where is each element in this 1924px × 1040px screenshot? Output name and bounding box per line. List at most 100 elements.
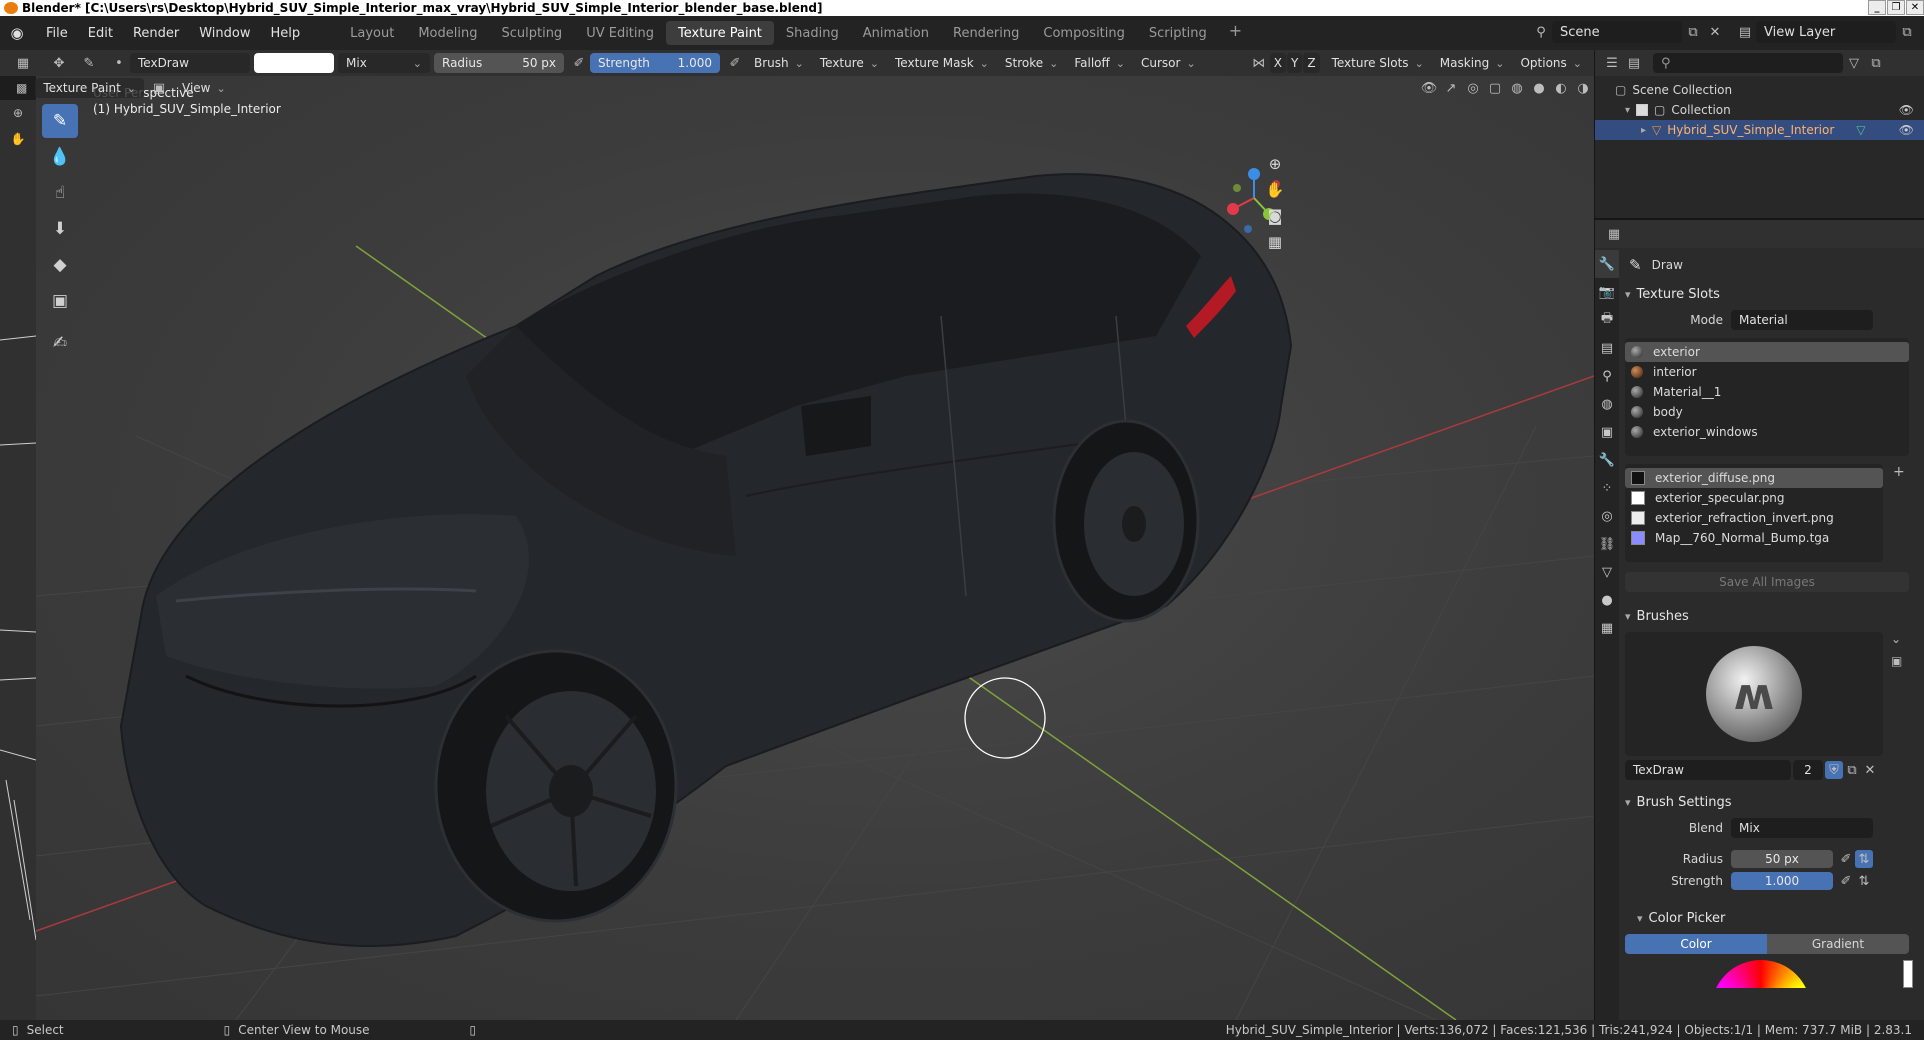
- radius-pressure-icon[interactable]: ✐: [568, 52, 590, 74]
- tab-world[interactable]: ◍: [1595, 390, 1619, 418]
- pressure-icon[interactable]: ✐: [1837, 872, 1855, 890]
- brush-name-field[interactable]: TexDraw: [130, 53, 250, 73]
- overlay-toggle-icon[interactable]: ◎: [1462, 77, 1484, 99]
- view-layer-field[interactable]: View Layer: [1756, 21, 1896, 43]
- hand-icon[interactable]: ✋: [0, 126, 36, 152]
- blend-dropdown[interactable]: Mix: [1731, 818, 1873, 838]
- texture-slots-panel-header[interactable]: Texture Slots: [1621, 282, 1923, 306]
- mirror-z-toggle[interactable]: Z: [1303, 53, 1320, 73]
- unlink-brush-icon[interactable]: ✕: [1861, 761, 1879, 779]
- scene-collection-row[interactable]: ▢ Scene Collection: [1595, 80, 1924, 100]
- new-collection-icon[interactable]: ⧉: [1865, 52, 1887, 74]
- mask-icon[interactable]: ▣: [42, 284, 78, 318]
- scene-name-field[interactable]: Scene: [1552, 21, 1682, 43]
- list-item[interactable]: exterior: [1625, 342, 1909, 362]
- collection-row[interactable]: ▾ ▢ Collection 👁: [1595, 100, 1924, 120]
- texture-dropdown[interactable]: Texture: [812, 53, 887, 73]
- brush-dropdown[interactable]: Brush: [746, 53, 812, 73]
- view-layer-icon[interactable]: ▤: [1734, 21, 1756, 43]
- symmetry-icon[interactable]: ⋈: [1248, 52, 1270, 74]
- brush-users-count[interactable]: 2: [1793, 760, 1823, 780]
- tab-uv-editing[interactable]: UV Editing: [574, 21, 666, 45]
- tab-output[interactable]: 🖶: [1595, 306, 1619, 334]
- tab-gradient[interactable]: Gradient: [1767, 934, 1909, 954]
- tool-settings-icon[interactable]: ✥: [48, 52, 70, 74]
- save-all-images-button[interactable]: Save All Images: [1625, 572, 1909, 592]
- options-dropdown[interactable]: Options: [1512, 53, 1590, 73]
- visibility-icon[interactable]: 👁: [1418, 77, 1440, 99]
- color-wheel[interactable]: [1711, 960, 1811, 988]
- mirror-x-toggle[interactable]: X: [1269, 53, 1286, 73]
- editor-type-icon[interactable]: ▦: [12, 52, 34, 74]
- draw-brush-icon[interactable]: ✎: [42, 104, 78, 138]
- tab-color[interactable]: Color: [1625, 934, 1767, 954]
- tab-texture[interactable]: ▦: [1595, 614, 1619, 642]
- brushes-panel-header[interactable]: Brushes: [1621, 604, 1923, 628]
- eye-icon[interactable]: 👁: [1899, 123, 1914, 137]
- view-icon[interactable]: ⊕: [0, 100, 36, 126]
- list-item[interactable]: Material__1: [1625, 382, 1909, 402]
- value-slider[interactable]: [1903, 960, 1913, 988]
- fill-icon[interactable]: ◆: [42, 248, 78, 282]
- list-item[interactable]: exterior_specular.png: [1625, 488, 1883, 508]
- tab-modeling[interactable]: Modeling: [406, 21, 489, 45]
- brush-color-swatch[interactable]: [254, 53, 334, 73]
- tab-particles[interactable]: ⁘: [1595, 474, 1619, 502]
- strength-pressure-icon[interactable]: ✐: [724, 52, 746, 74]
- tab-modifiers[interactable]: 🔧: [1595, 446, 1619, 474]
- strength-field[interactable]: 1.000: [1731, 872, 1833, 890]
- material-shading-icon[interactable]: ◐: [1550, 77, 1572, 99]
- scene-icon[interactable]: ⚲: [1530, 21, 1552, 43]
- expand-arrow-icon[interactable]: ▸: [1641, 125, 1646, 136]
- list-item[interactable]: interior: [1625, 362, 1909, 382]
- tab-view-layer[interactable]: ▤: [1595, 334, 1619, 362]
- render-shading-icon[interactable]: ◑: [1572, 77, 1594, 99]
- texture-paint-toggle-icon[interactable]: ▣: [148, 77, 170, 99]
- tab-constraints[interactable]: ⛓: [1595, 530, 1619, 558]
- tab-material[interactable]: ●: [1595, 586, 1619, 614]
- eye-icon[interactable]: 👁: [1899, 103, 1914, 117]
- unified-strength-icon[interactable]: ⇅: [1855, 872, 1873, 890]
- xray-icon[interactable]: ▢: [1484, 77, 1506, 99]
- menu-render[interactable]: Render: [123, 21, 189, 45]
- smear-icon[interactable]: ☝: [42, 176, 78, 210]
- list-item[interactable]: body: [1625, 402, 1909, 422]
- mirror-y-toggle[interactable]: Y: [1286, 53, 1303, 73]
- chevron-down-icon[interactable]: ⌄: [1891, 632, 1902, 646]
- soften-icon[interactable]: 💧: [42, 140, 78, 174]
- display-mode-icon[interactable]: ▤: [1623, 52, 1645, 74]
- tab-texture-paint[interactable]: Texture Paint: [666, 21, 774, 45]
- outliner-editor-icon[interactable]: ☰: [1601, 52, 1623, 74]
- zoom-icon[interactable]: ⊕: [1263, 152, 1287, 176]
- add-workspace-button[interactable]: +: [1219, 21, 1252, 45]
- unified-size-icon[interactable]: ⇅: [1855, 850, 1873, 868]
- tab-compositing[interactable]: Compositing: [1031, 21, 1137, 45]
- view-menu[interactable]: View: [174, 78, 234, 98]
- color-picker-panel-header[interactable]: Color Picker: [1621, 906, 1923, 930]
- menu-window[interactable]: Window: [189, 21, 260, 45]
- new-view-layer-icon[interactable]: ⧉: [1896, 21, 1918, 43]
- solid-shading-icon[interactable]: ●: [1528, 77, 1550, 99]
- brush-preview[interactable]: ʍ: [1625, 632, 1883, 756]
- pressure-icon[interactable]: ✐: [1837, 850, 1855, 868]
- blender-logo-icon[interactable]: ◉: [8, 24, 26, 42]
- gizmo-toggle-icon[interactable]: ↗: [1440, 77, 1462, 99]
- tab-shading[interactable]: Shading: [774, 21, 851, 45]
- radius-field[interactable]: 50 px: [1731, 850, 1833, 868]
- close-button[interactable]: ✕: [1906, 0, 1924, 15]
- properties-editor-icon[interactable]: ▦: [1603, 223, 1625, 245]
- list-item[interactable]: Map__760_Normal_Bump.tga: [1625, 528, 1883, 548]
- tab-scripting[interactable]: Scripting: [1137, 21, 1219, 45]
- brush-dot-icon[interactable]: •: [108, 52, 130, 74]
- mode-dropdown[interactable]: Material: [1731, 310, 1873, 330]
- mode-icon[interactable]: ▩: [16, 81, 27, 95]
- tab-animation[interactable]: Animation: [851, 21, 941, 45]
- collection-checkbox[interactable]: [1636, 104, 1649, 116]
- new-scene-icon[interactable]: ⧉: [1682, 21, 1704, 43]
- duplicate-brush-icon[interactable]: ⧉: [1843, 761, 1861, 779]
- list-item[interactable]: exterior_refraction_invert.png: [1625, 508, 1883, 528]
- maximize-button[interactable]: ❐: [1887, 0, 1905, 15]
- blend-mode-dropdown[interactable]: Mix: [338, 53, 430, 73]
- object-row[interactable]: ▸ ▽ Hybrid_SUV_Simple_Interior ▽ 👁: [1595, 120, 1924, 140]
- tab-sculpting[interactable]: Sculpting: [489, 21, 574, 45]
